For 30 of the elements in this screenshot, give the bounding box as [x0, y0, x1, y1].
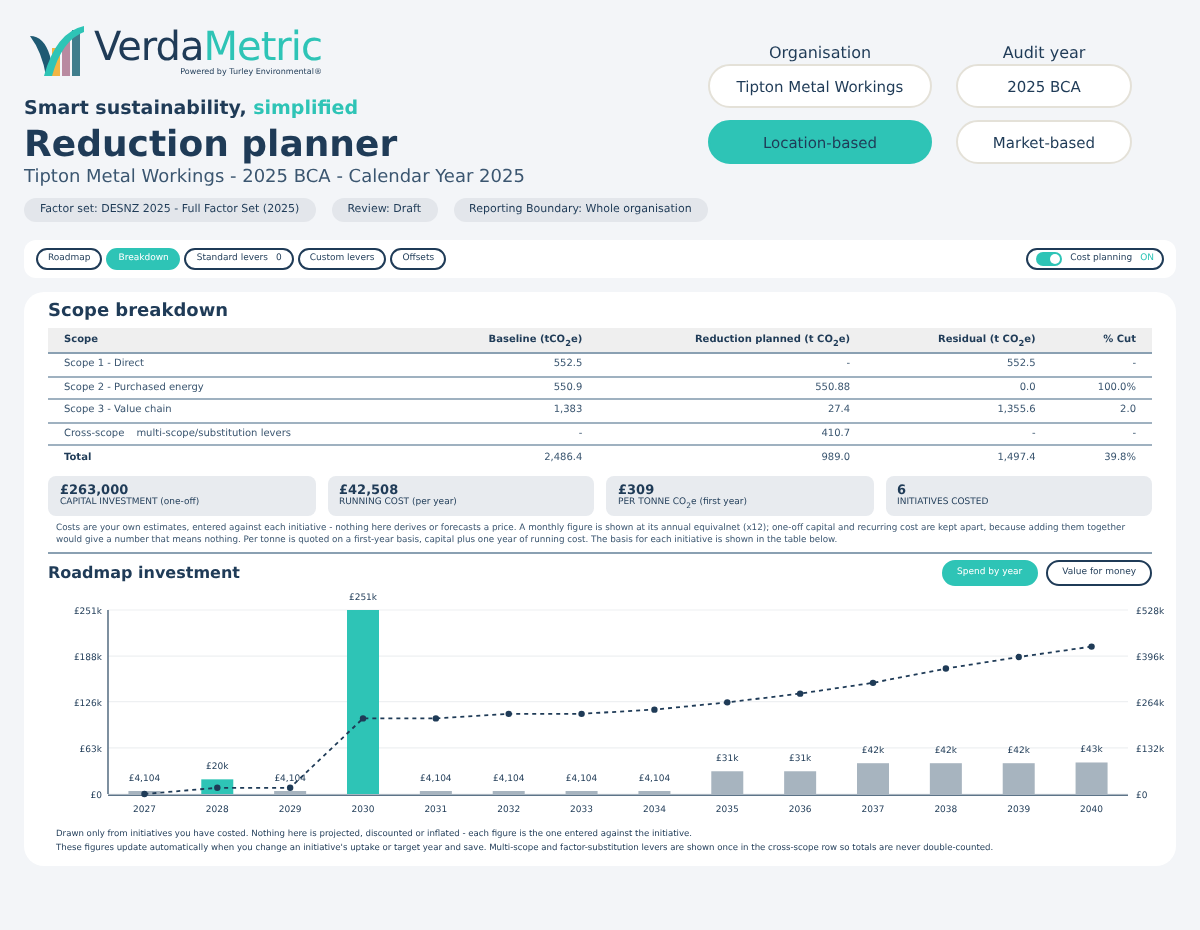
data-point: [796, 691, 804, 698]
bar: [1002, 763, 1035, 795]
audit-year-label: Audit year: [1002, 44, 1086, 62]
data-point: [286, 785, 294, 792]
data-point: [505, 711, 512, 718]
logo-icon: [28, 24, 88, 78]
data-point: [724, 699, 731, 707]
bar: [857, 763, 889, 795]
brand-name: VerdaMetric: [94, 26, 322, 66]
data-point: [942, 665, 950, 673]
bar: [1075, 763, 1108, 795]
page-subtitle: Tipton Metal Workings - 2025 BCA - Calendar Year 2025: [24, 168, 527, 188]
bar: [929, 763, 962, 795]
tagline: Smart sustainability, simplified: [24, 98, 361, 120]
data-point: [214, 785, 221, 792]
page-title: Reduction planner: [24, 124, 400, 166]
data-point: [651, 707, 658, 714]
bar: [711, 771, 744, 795]
section-title: Roadmap investment: [48, 564, 240, 583]
data-point: [1015, 654, 1022, 661]
data-point: [432, 715, 440, 723]
organisation-label: Organisation: [768, 44, 872, 62]
data-point: [869, 680, 877, 687]
toggle-switch[interactable]: [1036, 252, 1063, 266]
data-point: [1088, 644, 1095, 651]
bar: [784, 771, 817, 795]
data-point: [141, 791, 148, 798]
section-title: Scope breakdown: [48, 302, 231, 322]
data-point: [578, 711, 585, 718]
data-point: [359, 715, 367, 723]
